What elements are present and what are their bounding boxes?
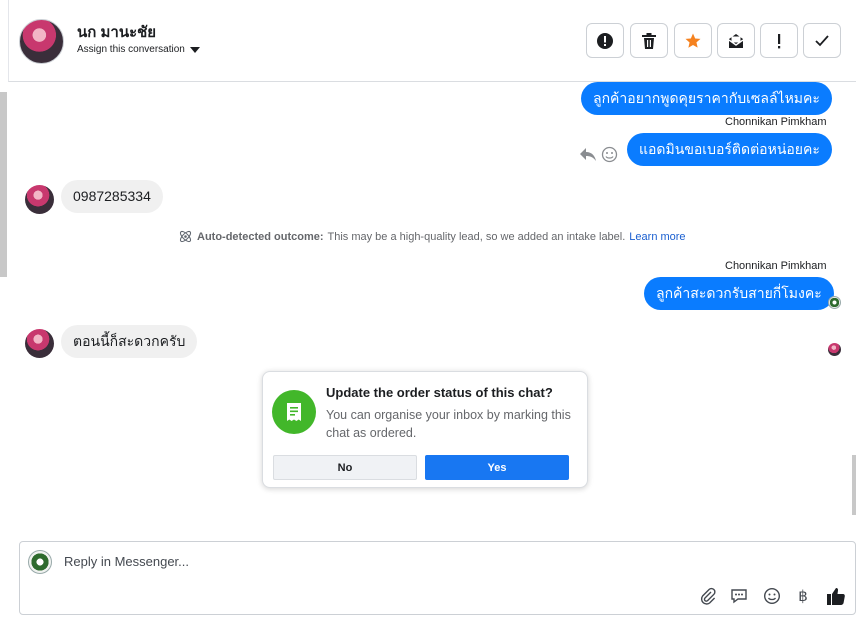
contact-avatar-small — [25, 329, 54, 358]
message-outgoing[interactable]: แอดมินขอเบอร์ติดต่อหน่อยคะ — [627, 133, 832, 166]
message-incoming[interactable]: ตอนนี้ก็สะดวกครับ — [61, 325, 198, 358]
star-button[interactable] — [674, 23, 712, 58]
react-emoji-icon[interactable] — [601, 146, 618, 163]
panel-scrollbar[interactable] — [852, 455, 856, 515]
reply-icon[interactable] — [579, 146, 597, 162]
like-button[interactable] — [825, 585, 847, 607]
page-avatar — [28, 550, 52, 574]
alert-circle-icon — [597, 32, 613, 49]
learn-more-link[interactable]: Learn more — [629, 231, 685, 243]
no-button[interactable]: No — [273, 455, 417, 480]
message-outgoing[interactable]: ลูกค้าอยากพูดคุยราคากับเซลล์ไหมคะ — [581, 82, 832, 115]
conversation-header: นก มานะชัย Assign this conversation — [8, 0, 856, 82]
message-incoming[interactable]: 0987285334 — [61, 180, 163, 213]
seen-indicator — [828, 296, 841, 309]
baht-icon: ฿ — [798, 588, 808, 605]
paperclip-icon — [700, 587, 716, 605]
assign-conversation-dropdown[interactable]: Assign this conversation — [77, 44, 200, 55]
auto-detected-outcome: Auto-detected outcome: This may be a hig… — [178, 229, 686, 244]
emoji-button[interactable] — [761, 585, 783, 607]
mark-unread-button[interactable] — [717, 23, 755, 58]
yes-button[interactable]: Yes — [425, 455, 569, 480]
contact-name[interactable]: นก มานะชัย — [77, 20, 156, 44]
message-outgoing[interactable]: ลูกค้าสะดวกรับสายกี่โมงคะ — [644, 277, 834, 310]
follow-up-button[interactable] — [760, 23, 798, 58]
sender-name: Chonnikan Pimkham — [725, 260, 827, 272]
caret-down-icon — [189, 46, 200, 53]
payment-button[interactable]: ฿ — [792, 585, 814, 607]
assign-label: Assign this conversation — [77, 44, 185, 55]
order-receipt-icon — [272, 390, 316, 434]
checkmark-icon — [815, 34, 829, 46]
chat-bubble-icon — [731, 589, 747, 604]
contact-avatar[interactable] — [19, 19, 64, 64]
order-status-card: Update the order status of this chat? Yo… — [262, 371, 588, 488]
attach-button[interactable] — [697, 585, 719, 607]
reply-input[interactable] — [64, 554, 764, 569]
delete-button[interactable] — [630, 23, 668, 58]
mark-done-button[interactable] — [803, 23, 841, 58]
outcome-text: This may be a high-quality lead, so we a… — [327, 230, 626, 243]
smiley-icon — [763, 587, 781, 605]
card-body: You can organise your inbox by marking t… — [326, 408, 571, 440]
exclamation-icon — [778, 33, 781, 48]
contact-avatar-small — [25, 185, 54, 214]
envelope-icon — [728, 33, 744, 48]
mark-spam-button[interactable] — [586, 23, 624, 58]
saved-replies-button[interactable] — [728, 585, 750, 607]
atom-icon — [179, 230, 192, 243]
reply-composer: ฿ — [19, 541, 856, 615]
thumbs-up-icon — [827, 588, 845, 605]
trash-icon — [642, 32, 656, 49]
sender-name: Chonnikan Pimkham — [725, 116, 827, 128]
thread-scrollbar[interactable] — [0, 92, 7, 277]
card-title: Update the order status of this chat? — [326, 385, 553, 400]
outcome-label: Auto-detected outcome: — [197, 230, 324, 243]
read-receipt-avatar — [828, 343, 841, 356]
star-icon — [685, 33, 701, 48]
